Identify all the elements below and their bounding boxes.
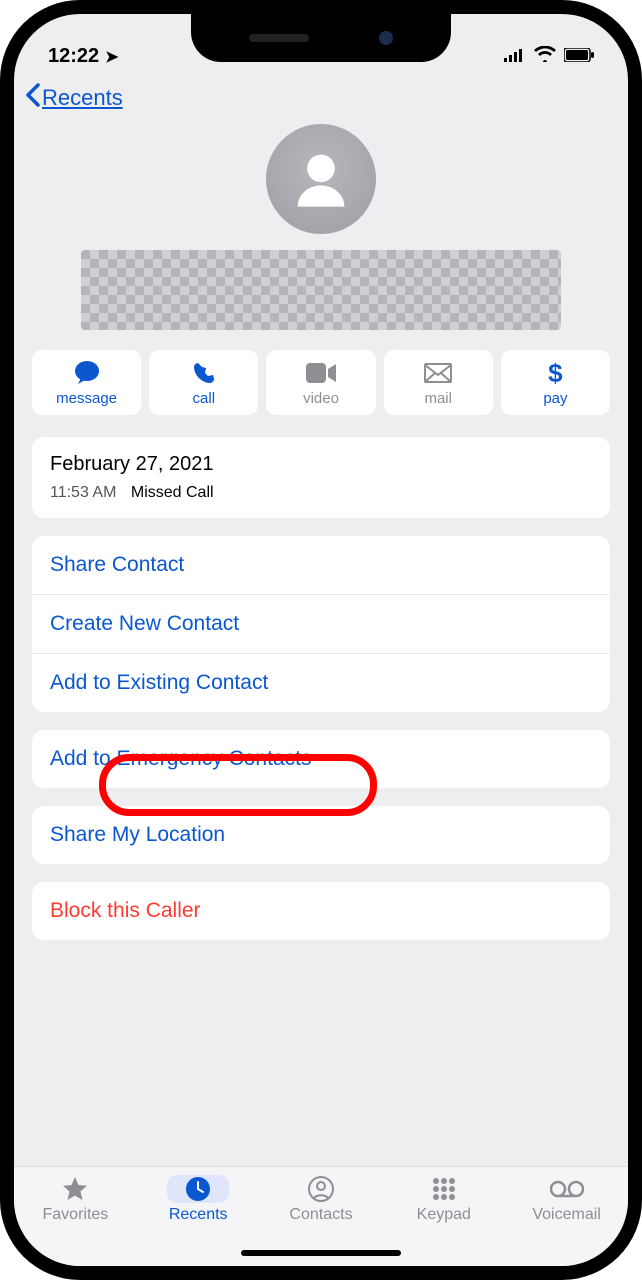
keypad-icon	[431, 1175, 457, 1203]
add-existing-contact-button[interactable]: Add to Existing Contact	[32, 654, 610, 712]
status-time: 12:22	[48, 45, 99, 68]
phone-icon	[192, 360, 216, 386]
notch	[191, 14, 451, 62]
screen: 12:22 ➤ Recents message	[14, 14, 628, 1266]
message-icon	[73, 360, 101, 386]
person-icon	[308, 1175, 334, 1203]
create-new-contact-button[interactable]: Create New Contact	[32, 595, 610, 654]
contact-name-redacted	[81, 250, 561, 330]
tab-label: Voicemail	[532, 1206, 600, 1224]
contact-header	[14, 124, 628, 350]
mail-label: mail	[424, 390, 452, 407]
call-label: call	[193, 390, 216, 407]
tab-label: Recents	[169, 1206, 228, 1224]
back-button[interactable]: Recents	[24, 83, 123, 113]
call-history-card: February 27, 2021 11:53 AM Missed Call	[32, 437, 610, 518]
message-label: message	[56, 390, 117, 407]
history-event: Missed Call	[131, 484, 214, 501]
share-contact-button[interactable]: Share Contact	[32, 536, 610, 595]
tab-label: Favorites	[43, 1206, 109, 1224]
tab-recents[interactable]: Recents	[137, 1175, 260, 1224]
emergency-card: Add to Emergency Contacts	[32, 730, 610, 788]
contact-actions-card: Share Contact Create New Contact Add to …	[32, 536, 610, 712]
pay-label: pay	[543, 390, 567, 407]
history-time: 11:53 AM	[50, 484, 116, 501]
tab-voicemail[interactable]: Voicemail	[505, 1175, 628, 1224]
avatar	[266, 124, 376, 234]
mail-icon	[424, 360, 452, 386]
battery-icon	[564, 45, 594, 68]
tab-keypad[interactable]: Keypad	[382, 1175, 505, 1224]
mail-button[interactable]: mail	[384, 350, 493, 415]
video-label: video	[303, 390, 339, 407]
phone-frame: 12:22 ➤ Recents message	[0, 0, 642, 1280]
tab-contacts[interactable]: Contacts	[260, 1175, 383, 1224]
block-caller-button[interactable]: Block this Caller	[32, 882, 610, 940]
dollar-icon: $	[548, 360, 562, 386]
chevron-left-icon	[24, 83, 40, 113]
location-card: Share My Location	[32, 806, 610, 864]
front-camera	[379, 31, 393, 45]
back-label: Recents	[42, 85, 123, 111]
block-card: Block this Caller	[32, 882, 610, 940]
nav-bar: Recents	[14, 72, 628, 124]
star-icon	[61, 1175, 89, 1203]
add-emergency-button[interactable]: Add to Emergency Contacts	[32, 730, 610, 788]
wifi-icon	[534, 45, 556, 68]
voicemail-icon	[550, 1175, 584, 1203]
history-date: February 27, 2021	[50, 453, 592, 476]
cellular-icon	[504, 45, 526, 68]
video-icon	[306, 360, 336, 386]
location-icon: ➤	[105, 47, 118, 67]
speaker-grille	[249, 34, 309, 42]
message-button[interactable]: message	[32, 350, 141, 415]
home-indicator[interactable]	[241, 1250, 401, 1256]
tab-label: Contacts	[289, 1206, 352, 1224]
clock-icon	[167, 1175, 229, 1203]
tab-label: Keypad	[417, 1206, 471, 1224]
quick-actions: message call video mail $ pay	[14, 350, 628, 415]
share-location-button[interactable]: Share My Location	[32, 806, 610, 864]
video-button[interactable]: video	[266, 350, 375, 415]
tab-favorites[interactable]: Favorites	[14, 1175, 137, 1224]
pay-button[interactable]: $ pay	[501, 350, 610, 415]
call-button[interactable]: call	[149, 350, 258, 415]
